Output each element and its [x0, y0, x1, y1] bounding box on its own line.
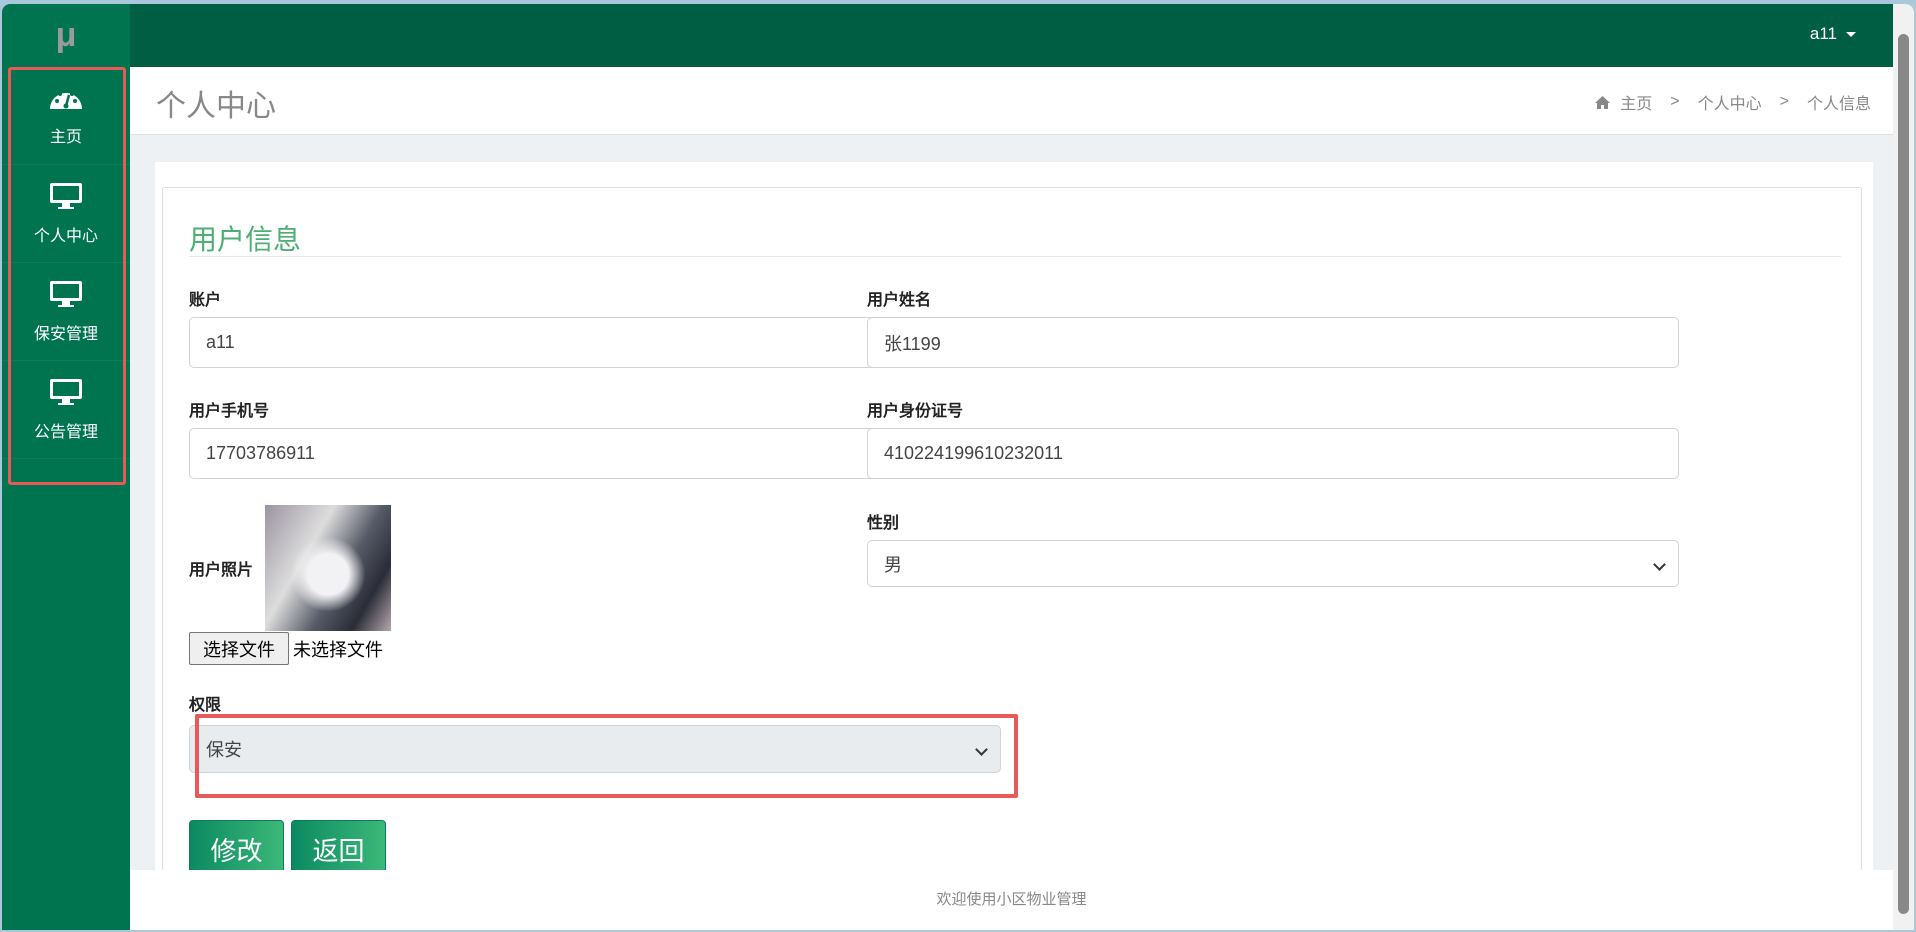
scrollbar[interactable]	[1893, 4, 1914, 930]
page-header: 个人中心 主页 > 个人中心 > 个人信息	[130, 67, 1893, 135]
name-label: 用户姓名	[867, 292, 932, 309]
role-label: 权限	[189, 697, 222, 714]
user-info-form: 用户信息 账户 a11 用户姓名 张1199 用户手机号 17703786911…	[162, 187, 1862, 887]
gender-value: 男	[884, 554, 902, 575]
sidebar-item-label: 保安管理	[33, 325, 98, 343]
top-bar: a11	[130, 4, 1914, 67]
content-panel: 用户信息 账户 a11 用户姓名 张1199 用户手机号 17703786911…	[155, 162, 1873, 887]
sidebar: μ 主页 个人中心 保安管理 公告管理	[2, 4, 130, 930]
page-title: 个人中心	[156, 90, 276, 123]
idcard-label: 用户身份证号	[867, 403, 964, 420]
file-status: 未选择文件	[293, 640, 383, 660]
sidebar-item-label: 个人中心	[33, 227, 98, 245]
divider	[189, 256, 1841, 257]
role-value: 保安	[206, 740, 242, 760]
form-title: 用户信息	[189, 224, 302, 255]
breadcrumb-separator: >	[1779, 93, 1789, 110]
sidebar-item-profile[interactable]: 个人中心	[2, 165, 130, 263]
sidebar-item-security[interactable]: 保安管理	[2, 263, 130, 361]
gender-select[interactable]: 男	[867, 540, 1679, 587]
sidebar-item-label: 公告管理	[33, 423, 98, 441]
breadcrumb-current: 个人信息	[1806, 96, 1871, 113]
account-label: 账户	[189, 292, 222, 309]
breadcrumb-separator: >	[1670, 93, 1680, 110]
monitor-icon	[50, 182, 82, 209]
app-window: μ 主页 个人中心 保安管理 公告管理 a11 个人中心 主页 > 个人中心 >	[2, 4, 1914, 930]
sidebar-item-label: 主页	[49, 128, 82, 146]
sidebar-item-home[interactable]: 主页	[2, 67, 130, 165]
breadcrumb-profile[interactable]: 个人中心	[1698, 90, 1762, 114]
monitor-icon	[50, 280, 82, 307]
breadcrumb-home[interactable]: 主页	[1620, 90, 1652, 114]
footer: 欢迎使用小区物业管理	[130, 870, 1893, 930]
scrollbar-thumb[interactable]	[1898, 34, 1909, 914]
monitor-icon	[50, 378, 82, 405]
dashboard-icon	[50, 88, 82, 109]
user-photo	[265, 505, 391, 631]
phone-label: 用户手机号	[189, 403, 270, 420]
name-input[interactable]: 张1199	[867, 317, 1679, 368]
role-select[interactable]: 保安	[189, 725, 1001, 773]
breadcrumb: 主页 > 个人中心 > 个人信息	[1595, 90, 1871, 114]
choose-file-button[interactable]: 选择文件	[189, 632, 289, 665]
home-icon	[1595, 95, 1611, 109]
idcard-input[interactable]: 410224199610232011	[867, 428, 1679, 479]
gender-label: 性别	[867, 515, 900, 532]
sidebar-item-notices[interactable]: 公告管理	[2, 361, 130, 459]
photo-label: 用户照片	[189, 562, 254, 579]
logo: μ	[55, 16, 77, 54]
user-menu[interactable]: a11	[1810, 24, 1856, 44]
